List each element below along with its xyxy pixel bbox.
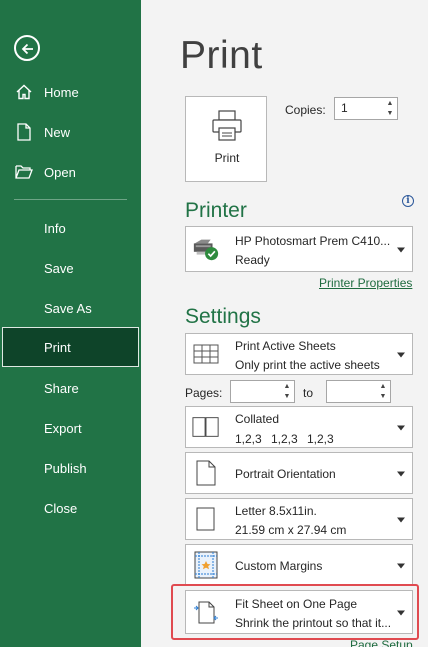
scaling-highlight-box xyxy=(171,584,419,640)
paper-size-icon xyxy=(192,505,220,533)
printer-icon xyxy=(212,110,242,141)
sidebar-item-publish[interactable]: Publish xyxy=(0,450,141,486)
spin-up-icon[interactable]: ▲ xyxy=(282,382,292,391)
sheets-icon xyxy=(192,340,220,368)
sidebar-item-label: Home xyxy=(44,84,79,100)
sidebar-item-label: Save xyxy=(44,260,74,276)
sidebar-item-label: Share xyxy=(44,380,79,396)
print-button-label: Print xyxy=(214,151,240,165)
home-icon xyxy=(0,83,44,101)
sidebar-item-label: Info xyxy=(44,220,66,236)
copies-label: Copies: xyxy=(285,103,326,117)
printer-heading: Printer xyxy=(185,199,247,222)
chevron-down-icon xyxy=(397,471,405,477)
margins-title: Custom Margins xyxy=(235,559,323,573)
sidebar-item-label: Publish xyxy=(44,460,87,476)
spin-down-icon[interactable]: ▼ xyxy=(385,109,395,118)
print-scope-dropdown[interactable]: Print Active Sheets Only print the activ… xyxy=(185,333,413,375)
chevron-down-icon xyxy=(397,247,405,253)
sidebar-item-home[interactable]: Home xyxy=(0,74,141,110)
spin-up-icon[interactable]: ▲ xyxy=(378,382,388,391)
sidebar-item-export[interactable]: Export xyxy=(0,410,141,446)
print-button[interactable]: Print xyxy=(185,96,267,182)
collation-part-1: 1,2,3 xyxy=(235,432,262,446)
sidebar-item-label: New xyxy=(44,124,71,140)
sidebar-item-save-as[interactable]: Save As xyxy=(0,290,141,326)
sidebar-item-label: Export xyxy=(44,420,82,436)
collation-part-2: 1,2,3 xyxy=(271,432,298,446)
printer-properties-link[interactable]: Printer Properties xyxy=(319,276,412,290)
collation-dropdown[interactable]: Collated 1,2,3 1,2,3 1,2,3 xyxy=(185,406,413,448)
print-scope-title: Print Active Sheets xyxy=(235,339,336,353)
chevron-down-icon xyxy=(397,517,405,523)
folder-open-icon xyxy=(0,164,44,180)
sidebar-item-label: Open xyxy=(44,164,76,180)
copies-value: 1 xyxy=(341,101,348,115)
sidebar-item-label: Save As xyxy=(44,300,92,316)
copies-stepper[interactable]: 1 ▲ ▼ xyxy=(334,97,398,120)
new-document-icon xyxy=(0,123,44,141)
margins-icon xyxy=(192,551,220,579)
paper-size-subtitle: 21.59 cm x 27.94 cm xyxy=(235,523,347,537)
sidebar-item-print[interactable]: Print xyxy=(2,327,139,367)
spin-down-icon[interactable]: ▼ xyxy=(378,392,388,401)
sidebar-item-close[interactable]: Close xyxy=(0,490,141,526)
settings-heading: Settings xyxy=(185,305,261,328)
info-icon[interactable]: i xyxy=(402,195,414,207)
chevron-down-icon xyxy=(397,563,405,569)
sidebar-item-share[interactable]: Share xyxy=(0,370,141,406)
paper-size-dropdown[interactable]: Letter 8.5x11in. 21.59 cm x 27.94 cm xyxy=(185,498,413,540)
spin-down-icon[interactable]: ▼ xyxy=(282,392,292,401)
chevron-down-icon xyxy=(397,352,405,358)
back-arrow-icon[interactable] xyxy=(14,35,40,61)
pages-to-stepper[interactable]: ▲ ▼ xyxy=(326,380,391,403)
sidebar-item-info[interactable]: Info xyxy=(0,210,141,246)
printer-ready-icon xyxy=(192,235,220,263)
sidebar-item-label: Close xyxy=(44,500,78,516)
printer-name: HP Photosmart Prem C410... xyxy=(235,234,391,248)
collation-title: Collated xyxy=(235,412,280,426)
sidebar-divider xyxy=(14,199,127,200)
collated-icon xyxy=(192,413,220,441)
page-setup-link[interactable]: Page Setup xyxy=(350,638,413,647)
pages-label: Pages: xyxy=(185,386,223,400)
orientation-title: Portrait Orientation xyxy=(235,467,336,481)
collation-part-3: 1,2,3 xyxy=(307,432,334,446)
paper-size-title: Letter 8.5x11in. xyxy=(235,504,317,518)
spin-up-icon[interactable]: ▲ xyxy=(385,99,395,108)
pages-from-stepper[interactable]: ▲ ▼ xyxy=(230,380,295,403)
print-scope-subtitle: Only print the active sheets xyxy=(235,358,380,372)
sidebar-item-open[interactable]: Open xyxy=(0,154,141,190)
chevron-down-icon xyxy=(397,425,405,431)
printer-dropdown[interactable]: HP Photosmart Prem C410... Ready xyxy=(185,226,413,272)
sidebar-item-new[interactable]: New xyxy=(0,114,141,150)
orientation-dropdown[interactable]: Portrait Orientation xyxy=(185,452,413,494)
printer-status: Ready xyxy=(235,253,270,267)
page-title: Print xyxy=(180,34,263,77)
margins-dropdown[interactable]: Custom Margins xyxy=(185,544,413,586)
backstage-sidebar: Home New Open Info Save Save As Print Sh… xyxy=(0,0,141,647)
sidebar-item-save[interactable]: Save xyxy=(0,250,141,286)
sidebar-item-label: Print xyxy=(44,339,71,355)
pages-to-label: to xyxy=(303,386,314,400)
portrait-page-icon xyxy=(192,459,220,487)
